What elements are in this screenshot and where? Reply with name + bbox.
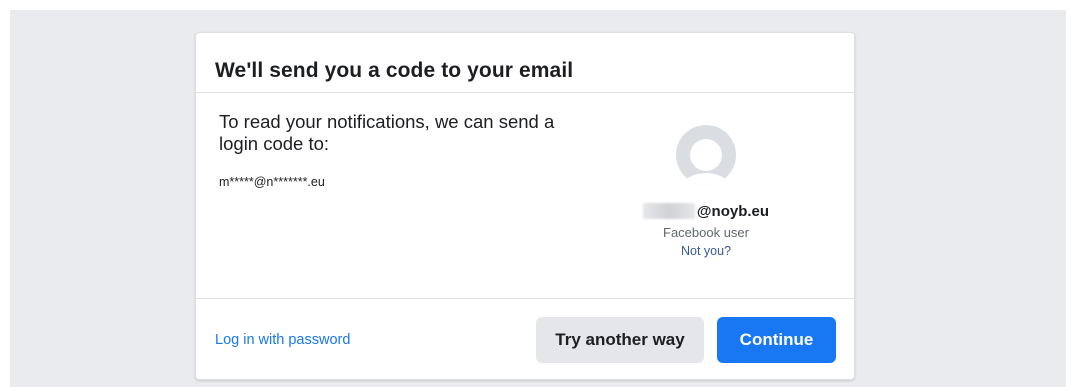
continue-button[interactable]: Continue	[717, 317, 836, 363]
not-you-link[interactable]: Not you?	[681, 244, 731, 258]
try-another-way-button[interactable]: Try another way	[536, 317, 704, 363]
code-dialog: We'll send you a code to your email To r…	[195, 32, 855, 380]
dialog-body-text: To read your notifications, we can send …	[219, 111, 555, 154]
masked-email: m*****@n*******.eu	[219, 175, 325, 189]
avatar-icon	[676, 125, 736, 185]
redacted-username	[642, 203, 695, 219]
profile-subtitle: Facebook user	[663, 225, 749, 240]
dialog-footer: Log in with password Try another way Con…	[196, 298, 854, 380]
profile-card: @noyb.eu Facebook user Not you?	[626, 125, 786, 260]
profile-email: @noyb.eu	[626, 203, 786, 220]
login-with-password-link[interactable]: Log in with password	[215, 332, 350, 348]
profile-email-domain: @noyb.eu	[696, 203, 770, 220]
dialog-header: We'll send you a code to your email	[196, 33, 854, 93]
dialog-title: We'll send you a code to your email	[215, 59, 574, 82]
